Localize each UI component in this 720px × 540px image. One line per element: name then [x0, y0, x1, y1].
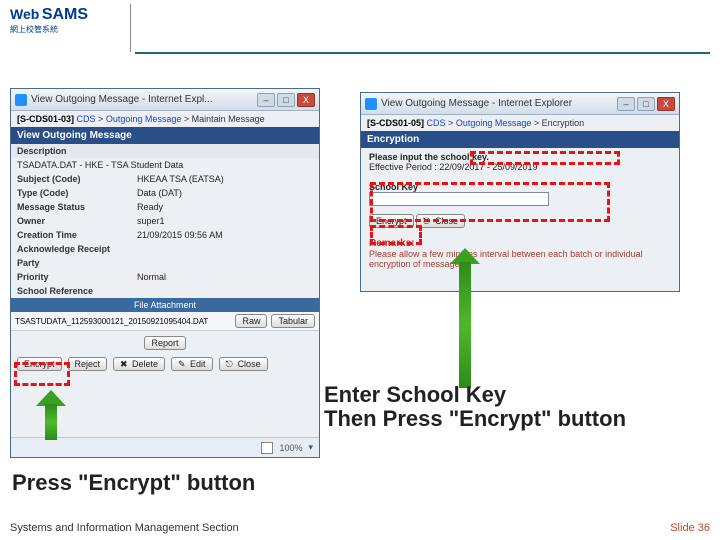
crumb-id: [S-CDS01-05]: [367, 118, 424, 128]
file-attachment-header: File Attachment: [11, 298, 319, 312]
raw-button[interactable]: Raw: [235, 314, 267, 328]
encryption-header: Encryption: [361, 131, 679, 148]
section-header: View Outgoing Message: [11, 127, 319, 144]
titlebar: View Outgoing Message - Internet Explore…: [361, 93, 679, 115]
delete-button[interactable]: ✖Delete: [113, 357, 165, 371]
annotation-line1: Enter School Key: [324, 383, 626, 407]
attachment-filename: TSASTUDATA_112593000121_20150921095404.D…: [15, 317, 231, 326]
close-window-button[interactable]: X: [657, 97, 675, 111]
annotation-line2: Then Press "Encrypt" button: [324, 407, 626, 431]
zone-icon: [261, 442, 273, 454]
ie-icon: [365, 98, 377, 110]
edit-button[interactable]: ✎Edit: [171, 357, 213, 371]
type-value: Data (DAT): [131, 186, 319, 200]
highlight-encrypt-left: [14, 362, 70, 386]
chevron-down-icon[interactable]: ▾: [308, 442, 313, 453]
owner-value: super1: [131, 214, 319, 228]
minimize-button[interactable]: –: [257, 93, 275, 107]
window-title: View Outgoing Message - Internet Explore…: [381, 98, 572, 109]
logo-sams: SAMS: [42, 6, 88, 23]
breadcrumb: [S-CDS01-05] CDS > Outgoing Message > En…: [361, 115, 679, 131]
maximize-button[interactable]: □: [637, 97, 655, 111]
arrow-right: [450, 248, 480, 388]
status-value: Ready: [131, 200, 319, 214]
horizontal-rule: [135, 52, 710, 54]
type-label: Type (Code): [11, 186, 131, 200]
attachment-row: TSASTUDATA_112593000121_20150921095404.D…: [11, 312, 319, 331]
reject-button[interactable]: Reject: [68, 357, 108, 371]
priority-label: Priority: [11, 270, 131, 284]
crumb-encryption: Encryption: [542, 118, 585, 128]
remarks-text: Please allow a few minutes interval betw…: [369, 249, 671, 269]
crumb-outgoing[interactable]: Outgoing Message: [456, 118, 532, 128]
websams-logo: Web SAMS 網上校管系統: [10, 6, 120, 46]
titlebar: View Outgoing Message - Internet Expl...…: [11, 89, 319, 111]
zoom-level: 100%: [279, 443, 302, 453]
arrow-left: [36, 390, 66, 440]
effective-period-label: Effective Period :: [369, 162, 437, 172]
slide-number: Slide 36: [670, 522, 710, 534]
report-button[interactable]: Report: [144, 336, 185, 350]
logo-web: Web: [10, 6, 39, 22]
delete-icon: ✖: [120, 359, 130, 369]
description-value: TSADATA.DAT - HKE - TSA Student Data: [11, 158, 319, 172]
annotation-left: Press "Encrypt" button: [12, 470, 255, 496]
window-title: View Outgoing Message - Internet Expl...: [31, 94, 213, 105]
crumb-outgoing[interactable]: Outgoing Message: [106, 114, 182, 124]
ie-icon: [15, 94, 27, 106]
close-button[interactable]: ⎋Close: [219, 357, 268, 371]
crumb-id: [S-CDS01-03]: [17, 114, 74, 124]
crumb-maintain: Maintain Message: [192, 114, 265, 124]
crumb-cds[interactable]: CDS: [427, 118, 446, 128]
highlight-school-key-field: [370, 182, 610, 222]
close-icon: ⎋: [226, 359, 236, 369]
breadcrumb: [S-CDS01-03] CDS > Outgoing Message > Ma…: [11, 111, 319, 127]
ctime-value: 21/09/2015 09:56 AM: [131, 228, 319, 242]
close-window-button[interactable]: X: [297, 93, 315, 107]
highlight-encrypt-right: [370, 225, 422, 245]
maximize-button[interactable]: □: [277, 93, 295, 107]
edit-icon: ✎: [178, 359, 188, 369]
footer-section: Systems and Information Management Secti…: [10, 522, 239, 534]
highlight-effective-period: [470, 151, 620, 165]
owner-label: Owner: [11, 214, 131, 228]
schoolref-label: School Reference: [11, 284, 131, 298]
logo-subtitle: 網上校管系統: [10, 25, 58, 34]
ctime-label: Creation Time: [11, 228, 131, 242]
fields-grid: TSADATA.DAT - HKE - TSA Student Data Sub…: [11, 158, 319, 298]
divider: [130, 4, 131, 52]
description-label: Description: [11, 144, 319, 158]
slide-footer: Systems and Information Management Secti…: [0, 516, 720, 540]
subject-label: Subject (Code): [11, 172, 131, 186]
subject-value: HKEAA TSA (EATSA): [131, 172, 319, 186]
ack-label: Acknowledge Receipt: [11, 242, 131, 256]
priority-value: Normal: [131, 270, 319, 284]
party-label: Party: [11, 256, 131, 270]
minimize-button[interactable]: –: [617, 97, 635, 111]
tabular-button[interactable]: Tabular: [271, 314, 315, 328]
crumb-cds[interactable]: CDS: [77, 114, 96, 124]
annotation-right: Enter School Key Then Press "Encrypt" bu…: [324, 383, 626, 431]
status-bar: 100% ▾: [11, 437, 319, 457]
status-label: Message Status: [11, 200, 131, 214]
